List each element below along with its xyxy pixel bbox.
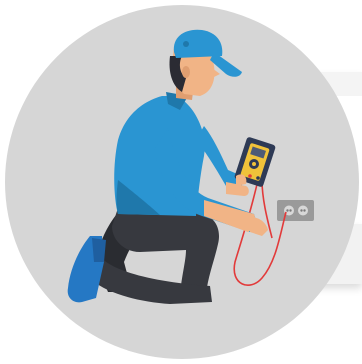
- illustration-canvas: [0, 0, 362, 364]
- electrician-illustration: [5, 5, 359, 359]
- power-outlet-icon: [277, 200, 314, 221]
